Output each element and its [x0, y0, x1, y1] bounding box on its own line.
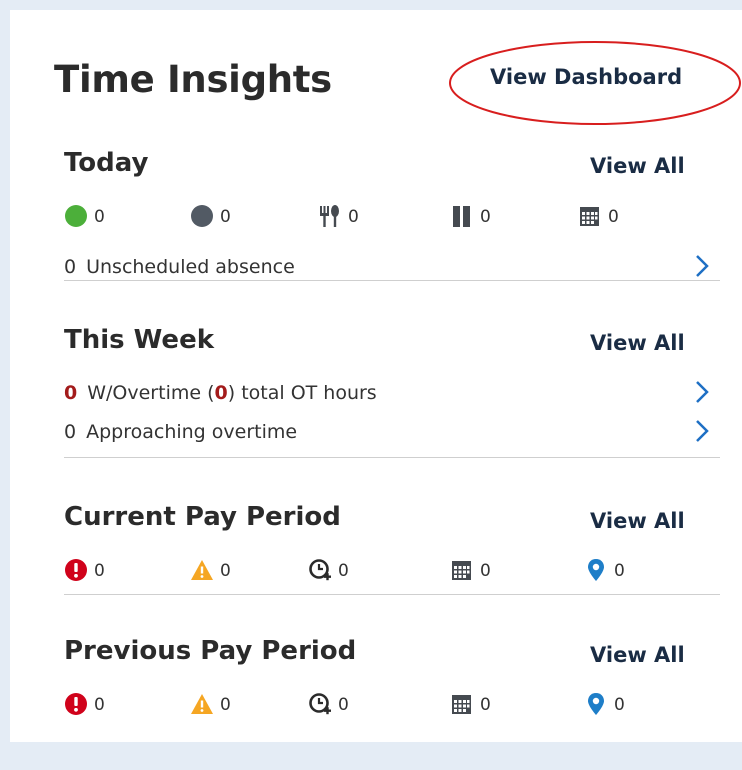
stat-exceptions[interactable]: 0	[64, 686, 105, 716]
view-all-today[interactable]: View All	[590, 154, 685, 178]
chevron-right-icon[interactable]	[694, 418, 710, 444]
stat-value: 0	[338, 561, 349, 581]
section-title-previous-pay-period: Previous Pay Period	[64, 636, 357, 666]
unscheduled-absence-text: 0 Unscheduled absence	[64, 256, 295, 278]
stat-value: 0	[480, 207, 491, 227]
clock-plus-icon	[308, 692, 332, 716]
stat-value: 0	[338, 695, 349, 715]
calendar-icon	[578, 204, 602, 228]
stat-scheduled[interactable]: 0	[578, 198, 619, 228]
stat-time-adjustments[interactable]: 0	[308, 552, 349, 582]
divider	[64, 457, 720, 458]
today-stats-row: 0 0 0 0 0	[64, 198, 704, 228]
overtime-label-start: W/Overtime (	[87, 382, 215, 404]
stat-value: 0	[220, 207, 231, 227]
approaching-count: 0	[64, 421, 77, 443]
stat-exceptions[interactable]: 0	[64, 552, 105, 582]
stat-value: 0	[614, 695, 625, 715]
calendar-icon	[450, 558, 474, 582]
warning-icon	[190, 558, 214, 582]
unscheduled-count: 0	[64, 256, 77, 278]
stat-value: 0	[480, 695, 491, 715]
stat-value: 0	[614, 561, 625, 581]
gray-circle-icon	[190, 204, 214, 228]
approaching-overtime-row[interactable]: 0 Approaching overtime	[64, 418, 710, 444]
stat-value: 0	[220, 561, 231, 581]
section-title-today: Today	[64, 148, 149, 178]
stat-location[interactable]: 0	[584, 552, 625, 582]
divider	[64, 280, 720, 281]
chevron-right-icon[interactable]	[694, 379, 710, 405]
stat-value: 0	[220, 695, 231, 715]
stat-inactive[interactable]: 0	[190, 198, 231, 228]
warning-icon	[190, 692, 214, 716]
overtime-count: 0	[64, 382, 78, 404]
stat-value: 0	[348, 207, 359, 227]
unscheduled-absence-row[interactable]: 0 Unscheduled absence	[64, 253, 710, 279]
unscheduled-label: Unscheduled absence	[86, 256, 295, 278]
stat-schedule[interactable]: 0	[450, 552, 491, 582]
section-title-this-week: This Week	[64, 325, 214, 355]
divider	[64, 594, 720, 595]
clock-plus-icon	[308, 558, 332, 582]
stat-warnings[interactable]: 0	[190, 686, 231, 716]
view-all-current-pay-period[interactable]: View All	[590, 509, 685, 533]
previous-pay-period-stats-row: 0 0 0 0 0	[64, 686, 704, 716]
location-pin-icon	[584, 558, 608, 582]
approaching-overtime-text: 0 Approaching overtime	[64, 421, 297, 443]
card-title: Time Insights	[54, 58, 332, 101]
meal-icon	[318, 204, 342, 228]
time-insights-card: Time Insights View Dashboard Today View …	[10, 10, 742, 742]
stat-location[interactable]: 0	[584, 686, 625, 716]
view-dashboard-link[interactable]: View Dashboard	[490, 65, 682, 89]
stat-value: 0	[480, 561, 491, 581]
stat-meal[interactable]: 0	[318, 198, 359, 228]
exclamation-icon	[64, 558, 88, 582]
view-all-previous-pay-period[interactable]: View All	[590, 643, 685, 667]
overtime-label-end: ) total OT hours	[227, 382, 377, 404]
stat-value: 0	[608, 207, 619, 227]
stat-value: 0	[94, 695, 105, 715]
stat-active[interactable]: 0	[64, 198, 105, 228]
ot-hours-value: 0	[214, 382, 228, 404]
current-pay-period-stats-row: 0 0 0 0 0	[64, 552, 704, 582]
pause-icon	[450, 204, 474, 228]
overtime-row[interactable]: 0 W/Overtime (0) total OT hours	[64, 379, 710, 405]
stat-value: 0	[94, 207, 105, 227]
calendar-icon	[450, 692, 474, 716]
green-circle-icon	[64, 204, 88, 228]
stat-time-adjustments[interactable]: 0	[308, 686, 349, 716]
stat-warnings[interactable]: 0	[190, 552, 231, 582]
approaching-label: Approaching overtime	[86, 421, 298, 443]
view-all-this-week[interactable]: View All	[590, 331, 685, 355]
overtime-text: 0 W/Overtime (0) total OT hours	[64, 382, 377, 404]
section-title-current-pay-period: Current Pay Period	[64, 502, 341, 532]
stat-value: 0	[94, 561, 105, 581]
stat-schedule[interactable]: 0	[450, 686, 491, 716]
location-pin-icon	[584, 692, 608, 716]
stat-break[interactable]: 0	[450, 198, 491, 228]
chevron-right-icon[interactable]	[694, 253, 710, 279]
exclamation-icon	[64, 692, 88, 716]
